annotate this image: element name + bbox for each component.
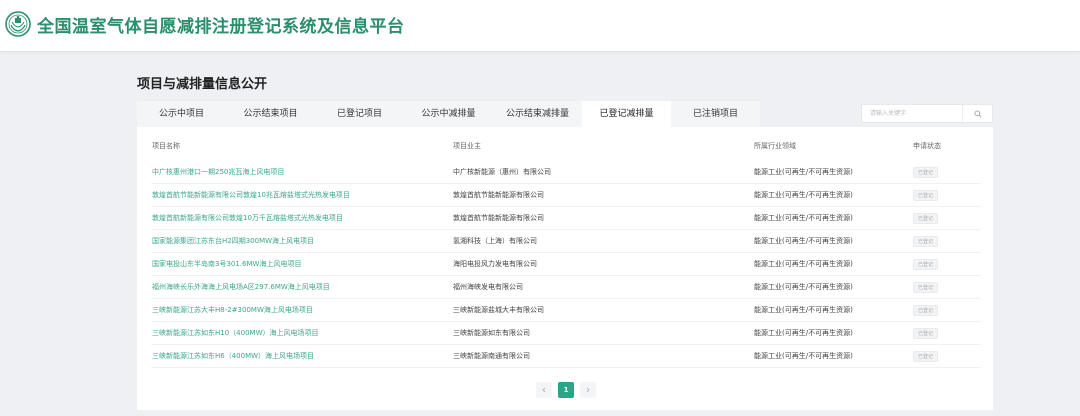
chevron-right-icon [586, 387, 590, 393]
project-owner: 三峡新能源如东有限公司 [453, 329, 530, 337]
search-icon [974, 110, 982, 118]
industry: 能源工业(可再生/不可再生资源) [754, 214, 853, 222]
search-input[interactable] [862, 105, 962, 122]
project-owner: 三峡新能源盐城大丰有限公司 [453, 306, 544, 314]
tab-publicity-ended-reductions[interactable]: 公示结束减排量 [493, 101, 582, 127]
table-row: 国家能源集团江苏东台H2四期300MW海上风电项目 氢湘科技（上海）有限公司 能… [151, 230, 981, 253]
table-row: 福州海峡长乐外海海上风电场A区297.6MW海上风电项目 福州海峡发电有限公司 … [151, 276, 981, 299]
site-title: 全国温室气体自愿减排注册登记系统及信息平台 [37, 17, 405, 37]
pagination: 1 [536, 382, 596, 398]
table-row: 三峡新能源江苏如东H6（400MW）海上风电场项目 三峡新能源南通有限公司 能源… [151, 345, 981, 368]
column-header-project-owner: 项目业主 [453, 142, 481, 150]
project-owner: 敦煌首航节能新能源有限公司 [453, 191, 544, 199]
status-badge: 已登记 [913, 305, 939, 316]
tab-bar: 公示中项目 公示结束项目 已登记项目 公示中减排量 公示结束减排量 已登记减排量… [137, 101, 760, 127]
table-row: 国家电投山东半岛南3号301.6MW海上风电项目 海阳电投风力发电有限公司 能源… [151, 253, 981, 276]
industry: 能源工业(可再生/不可再生资源) [754, 260, 853, 268]
column-header-industry: 所属行业领域 [754, 142, 796, 150]
tab-publicizing-reductions[interactable]: 公示中减排量 [404, 101, 493, 127]
project-name-link[interactable]: 敦煌首航新能源有限公司敦煌10万千瓦熔盐塔式光热发电项目 [152, 207, 343, 230]
status-badge: 已登记 [913, 351, 939, 362]
table-row: 三峡新能源江苏如东H10（400MW）海上风电场项目 三峡新能源如东有限公司 能… [151, 322, 981, 345]
status-badge: 已登记 [913, 236, 939, 247]
project-name-link[interactable]: 国家能源集团江苏东台H2四期300MW海上风电项目 [152, 230, 314, 253]
project-owner: 福州海峡发电有限公司 [453, 283, 523, 291]
project-name-link[interactable]: 三峡新能源江苏大丰H8-2#300MW海上风电场项目 [152, 299, 313, 322]
status-badge: 已登记 [913, 213, 939, 224]
emblem-logo-icon[interactable] [5, 11, 31, 37]
column-header-status: 申请状态 [913, 142, 941, 150]
tab-publicity-ended-projects[interactable]: 公示结束项目 [226, 101, 315, 127]
table-row: 三峡新能源江苏大丰H8-2#300MW海上风电场项目 三峡新能源盐城大丰有限公司… [151, 299, 981, 322]
tab-publicizing-projects[interactable]: 公示中项目 [137, 101, 226, 127]
project-owner: 敦煌首航节能新能源有限公司 [453, 214, 544, 222]
project-name-link[interactable]: 福州海峡长乐外海海上风电场A区297.6MW海上风电项目 [152, 276, 330, 299]
status-badge: 已登记 [913, 282, 939, 293]
industry: 能源工业(可再生/不可再生资源) [754, 352, 853, 360]
search-button[interactable] [962, 105, 992, 122]
project-name-link[interactable]: 三峡新能源江苏如东H10（400MW）海上风电场项目 [152, 322, 319, 345]
site-header: 全国温室气体自愿减排注册登记系统及信息平台 [0, 0, 1080, 51]
project-name-link[interactable]: 国家电投山东半岛南3号301.6MW海上风电项目 [152, 253, 301, 276]
tab-registered-projects[interactable]: 已登记项目 [315, 101, 404, 127]
industry: 能源工业(可再生/不可再生资源) [754, 168, 853, 176]
table-row: 敦煌首航新能源有限公司敦煌10万千瓦熔盐塔式光热发电项目 敦煌首航节能新能源有限… [151, 207, 981, 230]
search-box [861, 104, 993, 123]
chevron-left-icon [542, 387, 546, 393]
project-name-link[interactable]: 中广核惠州港口一期250兆瓦海上风电项目 [152, 161, 284, 184]
project-name-link[interactable]: 三峡新能源江苏如东H6（400MW）海上风电场项目 [152, 345, 314, 368]
status-badge: 已登记 [913, 167, 939, 178]
tab-cancelled-projects[interactable]: 已注销项目 [671, 101, 760, 127]
next-page-button[interactable] [580, 382, 596, 398]
status-badge: 已登记 [913, 328, 939, 339]
industry: 能源工业(可再生/不可再生资源) [754, 191, 853, 199]
column-header-project-name: 项目名称 [152, 142, 180, 150]
project-owner: 海阳电投风力发电有限公司 [453, 260, 537, 268]
industry: 能源工业(可再生/不可再生资源) [754, 283, 853, 291]
page-button-current[interactable]: 1 [558, 382, 574, 398]
project-owner: 三峡新能源南通有限公司 [453, 352, 530, 360]
project-owner: 中广核新能源（惠州）有限公司 [453, 168, 551, 176]
status-badge: 已登记 [913, 259, 939, 270]
industry: 能源工业(可再生/不可再生资源) [754, 329, 853, 337]
prev-page-button[interactable] [536, 382, 552, 398]
table-body: 中广核惠州港口一期250兆瓦海上风电项目 中广核新能源（惠州）有限公司 能源工业… [151, 161, 981, 368]
project-name-link[interactable]: 敦煌首航节能新能源有限公司敦煌10兆瓦熔盐塔式光热发电项目 [152, 184, 350, 207]
table-row: 中广核惠州港口一期250兆瓦海上风电项目 中广核新能源（惠州）有限公司 能源工业… [151, 161, 981, 184]
table-row: 敦煌首航节能新能源有限公司敦煌10兆瓦熔盐塔式光热发电项目 敦煌首航节能新能源有… [151, 184, 981, 207]
project-owner: 氢湘科技（上海）有限公司 [453, 237, 537, 245]
industry: 能源工业(可再生/不可再生资源) [754, 237, 853, 245]
industry: 能源工业(可再生/不可再生资源) [754, 306, 853, 314]
tab-registered-reductions[interactable]: 已登记减排量 [582, 101, 671, 127]
results-panel: 项目名称 项目业主 所属行业领域 申请状态 中广核惠州港口一期250兆瓦海上风电… [137, 127, 993, 410]
status-badge: 已登记 [913, 190, 939, 201]
page-title: 项目与减排量信息公开 [137, 77, 268, 92]
table-header: 项目名称 项目业主 所属行业领域 申请状态 [151, 141, 981, 159]
